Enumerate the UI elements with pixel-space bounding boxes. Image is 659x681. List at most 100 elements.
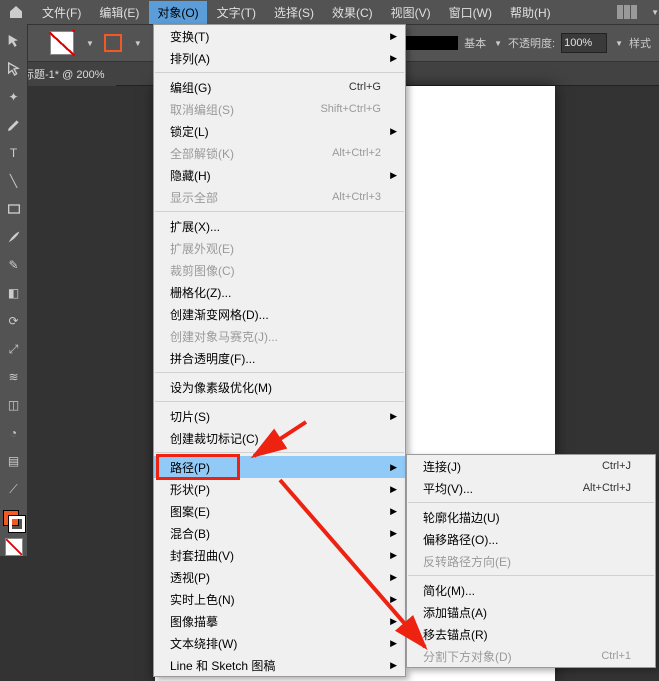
menu-item-label: 移去锚点(R)	[423, 626, 488, 643]
rectangle-tool-icon[interactable]	[3, 198, 25, 220]
chevron-down-icon[interactable]: ▼	[86, 39, 94, 48]
brush-tool-icon[interactable]	[3, 226, 25, 248]
object-menu-item[interactable]: 图像描摹▶	[154, 610, 405, 632]
magic-wand-tool-icon[interactable]: ✦	[3, 86, 25, 108]
menu-view[interactable]: 视图(V)	[383, 1, 439, 24]
menu-select[interactable]: 选择(S)	[266, 1, 322, 24]
object-menu-item[interactable]: 切片(S)▶	[154, 405, 405, 427]
none-swatch-icon[interactable]	[5, 538, 23, 556]
opacity-input[interactable]	[561, 33, 607, 53]
menu-shortcut: Alt+Ctrl+3	[332, 191, 381, 203]
menu-help[interactable]: 帮助(H)	[502, 1, 559, 24]
chevron-down-icon[interactable]: ▼	[494, 39, 502, 48]
object-menu-item[interactable]: 创建裁切标记(C)	[154, 427, 405, 449]
selection-tool-icon[interactable]	[3, 30, 25, 52]
home-icon[interactable]	[8, 4, 24, 20]
menu-item-label: 简化(M)...	[423, 582, 475, 599]
direct-select-tool-icon[interactable]	[3, 58, 25, 80]
object-menu-item[interactable]: 隐藏(H)▶	[154, 164, 405, 186]
menubar: 文件(F) 编辑(E) 对象(O) 文字(T) 选择(S) 效果(C) 视图(V…	[0, 0, 659, 24]
menu-item-label: 透视(P)	[170, 569, 210, 586]
chevron-down-icon[interactable]: ▼	[615, 39, 623, 48]
object-menu-item[interactable]: 设为像素级优化(M)	[154, 376, 405, 398]
rotate-tool-icon[interactable]: ⟳	[3, 310, 25, 332]
line-tool-icon[interactable]: ╲	[3, 170, 25, 192]
object-menu-item[interactable]: 栅格化(Z)...	[154, 281, 405, 303]
menu-object[interactable]: 对象(O)	[149, 1, 206, 24]
path-submenu-item[interactable]: 添加锚点(A)	[407, 601, 655, 623]
menu-item-label: 图案(E)	[170, 503, 210, 520]
eyedropper-tool-icon[interactable]: ⟋	[3, 478, 25, 500]
menu-item-label: 实时上色(N)	[170, 591, 235, 608]
object-menu-item[interactable]: 透视(P) ▶	[154, 566, 405, 588]
path-submenu-item: 分割下方对象(D)Ctrl+1	[407, 645, 655, 667]
menu-item-label: 偏移路径(O)...	[423, 531, 498, 548]
chevron-down-icon[interactable]: ▼	[134, 39, 142, 48]
menu-file[interactable]: 文件(F)	[34, 1, 89, 24]
menu-separator	[155, 452, 404, 453]
menu-item-label: 连接(J)	[423, 458, 461, 475]
menu-separator	[155, 72, 404, 73]
color-swatches[interactable]	[3, 510, 25, 532]
object-menu-item[interactable]: 创建渐变网格(D)...	[154, 303, 405, 325]
pencil-tool-icon[interactable]: ✎	[3, 254, 25, 276]
workspace-switcher-icon[interactable]	[617, 5, 637, 19]
object-menu-item[interactable]: 变换(T) ▶	[154, 25, 405, 47]
eraser-tool-icon[interactable]: ◧	[3, 282, 25, 304]
scale-tool-icon[interactable]: ⤢	[3, 338, 25, 360]
menu-effect[interactable]: 效果(C)	[324, 1, 381, 24]
shape-builder-tool-icon[interactable]: ◔	[3, 422, 25, 444]
object-menu-item[interactable]: 编组(G)Ctrl+G	[154, 76, 405, 98]
menu-item-label: 扩展外观(E)	[170, 240, 234, 257]
menu-item-label: 创建对象马赛克(J)...	[170, 328, 278, 345]
object-menu-item[interactable]: 封套扭曲(V)▶	[154, 544, 405, 566]
free-transform-tool-icon[interactable]: ◫	[3, 394, 25, 416]
object-menu-item[interactable]: 拼合透明度(F)...	[154, 347, 405, 369]
gradient-tool-icon[interactable]: ▤	[3, 450, 25, 472]
stroke-style-preview[interactable]	[398, 36, 458, 50]
menu-item-label: 文本绕排(W)	[170, 635, 237, 652]
menu-separator	[408, 502, 654, 503]
menu-edit[interactable]: 编辑(E)	[91, 1, 147, 24]
menu-item-label: 扩展(X)...	[170, 218, 220, 235]
menu-shortcut: Ctrl+1	[601, 650, 631, 662]
object-menu-item[interactable]: 文本绕排(W)▶	[154, 632, 405, 654]
object-menu-item[interactable]: 锁定(L)▶	[154, 120, 405, 142]
object-menu-item[interactable]: Line 和 Sketch 图稿▶	[154, 654, 405, 676]
object-menu-item: 创建对象马赛克(J)...	[154, 325, 405, 347]
submenu-arrow-icon: ▶	[390, 550, 397, 561]
object-menu-item[interactable]: 混合(B)▶	[154, 522, 405, 544]
stroke-swatch[interactable]	[104, 34, 122, 52]
object-menu-item[interactable]: 实时上色(N)▶	[154, 588, 405, 610]
submenu-arrow-icon: ▶	[390, 31, 397, 42]
type-tool-icon[interactable]: T	[3, 142, 25, 164]
object-menu-item[interactable]: 形状(P)▶	[154, 478, 405, 500]
path-submenu-item[interactable]: 简化(M)...	[407, 579, 655, 601]
object-menu-item[interactable]: 图案(E)▶	[154, 500, 405, 522]
object-menu-item: 扩展外观(E)	[154, 237, 405, 259]
menu-separator	[408, 575, 654, 576]
pen-tool-icon[interactable]	[3, 114, 25, 136]
menu-window[interactable]: 窗口(W)	[441, 1, 500, 24]
menu-item-label: 变换(T)	[170, 28, 209, 45]
object-menu-item[interactable]: 扩展(X)...	[154, 215, 405, 237]
menu-separator	[155, 372, 404, 373]
object-menu-item: 取消编组(S)Shift+Ctrl+G	[154, 98, 405, 120]
object-menu-item[interactable]: 路径(P)▶	[154, 456, 405, 478]
width-tool-icon[interactable]: ≋	[3, 366, 25, 388]
menu-item-label: 裁剪图像(C)	[170, 262, 235, 279]
fill-swatch[interactable]	[50, 31, 74, 55]
menu-item-label: 轮廓化描边(U)	[423, 509, 500, 526]
object-menu-item: 显示全部Alt+Ctrl+3	[154, 186, 405, 208]
path-submenu-item[interactable]: 轮廓化描边(U)	[407, 506, 655, 528]
path-submenu-item[interactable]: 连接(J)Ctrl+J	[407, 455, 655, 477]
menu-type[interactable]: 文字(T)	[209, 1, 264, 24]
path-submenu-item[interactable]: 移去锚点(R)	[407, 623, 655, 645]
path-submenu-item[interactable]: 偏移路径(O)...	[407, 528, 655, 550]
submenu-arrow-icon: ▶	[390, 572, 397, 583]
menu-item-label: 取消编组(S)	[170, 101, 234, 118]
menu-item-label: 设为像素级优化(M)	[170, 379, 272, 396]
path-submenu-item[interactable]: 平均(V)...Alt+Ctrl+J	[407, 477, 655, 499]
menu-item-label: 拼合透明度(F)...	[170, 350, 255, 367]
object-menu-item[interactable]: 排列(A)▶	[154, 47, 405, 69]
